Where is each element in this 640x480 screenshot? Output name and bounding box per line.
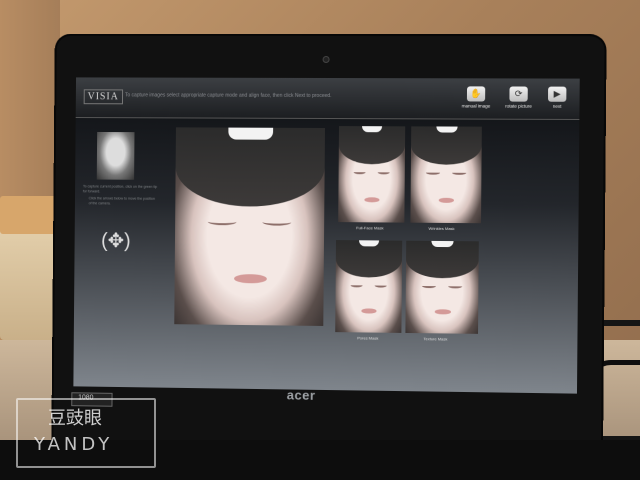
hand-icon: ✋ (466, 86, 486, 102)
watermark-chinese: 豆豉眼 (48, 408, 102, 429)
mask-label: Wrinkles Mask (428, 225, 455, 232)
laptop-screen: VISIA To capture images select appropria… (73, 77, 580, 394)
watermark: 豆豉眼 YANDY (16, 398, 156, 468)
tool-label: rotate picture (505, 103, 532, 109)
next-button[interactable]: ▶ next (537, 86, 578, 109)
instruction-text: To capture images select appropriate cap… (124, 92, 332, 100)
mask-label: Texture Mask (423, 336, 448, 342)
mask-label: Full-Face Mask (356, 225, 384, 231)
app-logo: VISIA (83, 89, 123, 105)
move-arrows-icon[interactable]: (✥) (96, 226, 136, 256)
capture-thumbnail[interactable] (96, 131, 135, 180)
watermark-latin: YANDY (34, 434, 114, 455)
wrinkles-mask-image[interactable] (410, 126, 482, 224)
texture-mask-image[interactable] (405, 240, 479, 334)
full-face-mask-image[interactable] (338, 126, 406, 223)
rotate-picture-button[interactable]: ⟳ rotate picture (498, 86, 539, 109)
webcam (322, 55, 330, 63)
app-header: VISIA To capture images select appropria… (75, 77, 580, 120)
tool-label: next (552, 103, 562, 109)
play-icon: ▶ (547, 86, 567, 102)
caption: Click the arrows below to move the posit… (88, 196, 155, 206)
laptop-brand-logo: acer (286, 387, 316, 403)
main-face-image (174, 127, 325, 326)
caption: To capture current position, click on th… (82, 184, 158, 194)
rotate-icon: ⟳ (509, 86, 528, 102)
mask-label: Pores Mask (357, 335, 379, 341)
tool-label: manual image (461, 103, 491, 109)
laptop-lid: VISIA To capture images select appropria… (53, 35, 605, 453)
manual-image-button[interactable]: ✋ manual image (456, 86, 497, 109)
shelf-box (0, 196, 58, 234)
pores-mask-image[interactable] (335, 240, 403, 333)
